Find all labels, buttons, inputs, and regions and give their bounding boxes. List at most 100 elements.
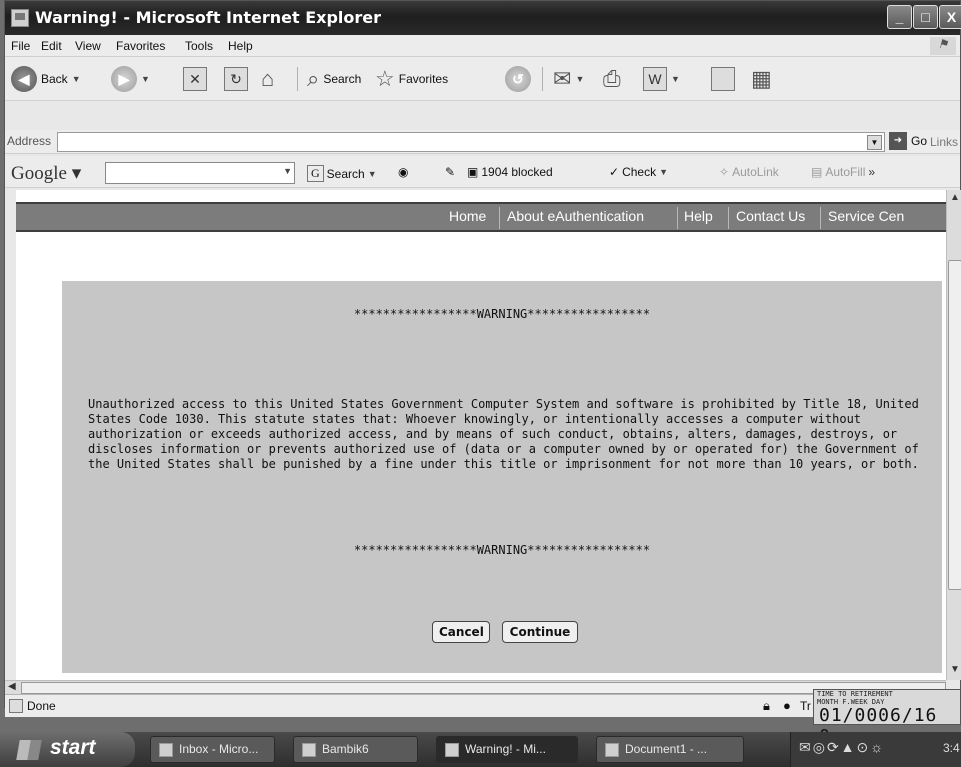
forward-button[interactable]: ▶ ▼	[111, 65, 150, 93]
start-label: start	[50, 736, 96, 759]
menu-favorites[interactable]: Favorites	[116, 39, 165, 53]
google-search-button[interactable]: G Search ▼	[307, 165, 377, 182]
research-button[interactable]: ▦	[751, 65, 772, 93]
chevron-down-icon[interactable]: ▼	[867, 135, 882, 150]
toolbar-separator	[297, 67, 298, 91]
discuss-icon	[711, 67, 735, 91]
scroll-left-icon[interactable]: ◀	[8, 681, 16, 692]
spellcheck-button[interactable]: ✓ Check ▼	[609, 165, 668, 179]
nav-about-link[interactable]: About eAuthentication	[507, 208, 644, 224]
favorites-button[interactable]: ☆ Favorites	[375, 65, 448, 93]
autofill-button[interactable]: ▤ AutoFill »	[811, 165, 875, 179]
window-title: Warning! - Microsoft Internet Explorer	[35, 8, 382, 27]
vertical-scrollbar[interactable]: ▲ ▼	[946, 190, 961, 680]
site-nav-bar: Home About eAuthentication Help Contact …	[16, 202, 946, 232]
links-button[interactable]: Links	[930, 135, 958, 149]
more-chevron-icon[interactable]: »	[868, 165, 875, 179]
tray-icons[interactable]: ✉◎⟳▲⊙☼	[799, 739, 885, 756]
stop-icon: ✕	[183, 67, 207, 91]
nav-contact-link[interactable]: Contact Us	[736, 208, 805, 224]
pagerank-icon: ✎	[445, 165, 456, 179]
news-icon: ◉	[398, 165, 409, 179]
search-label: Search	[323, 72, 362, 86]
scroll-up-icon[interactable]: ▲	[950, 192, 960, 203]
taskbar-item-label: Bambik6	[322, 742, 369, 756]
history-icon: ↺	[505, 66, 531, 92]
taskbar-item-label: Inbox - Micro...	[179, 742, 259, 756]
print-button[interactable]: ⎙	[603, 65, 621, 93]
google-g-icon: G	[307, 165, 324, 182]
pagerank-button[interactable]: ✎	[445, 165, 455, 179]
google-logo[interactable]: Google ▾	[11, 162, 81, 185]
maximize-button[interactable]: □	[913, 5, 938, 29]
refresh-button[interactable]: ↻	[224, 65, 248, 93]
ie-icon	[445, 743, 459, 757]
close-button[interactable]: X	[939, 5, 961, 29]
back-button[interactable]: ◀ Back ▼	[11, 65, 81, 93]
continue-button[interactable]: Continue	[502, 621, 578, 643]
autolink-button[interactable]: ✧ AutoLink	[719, 165, 779, 179]
google-search-input[interactable]: ▼	[105, 162, 295, 184]
horizontal-scroll-thumb[interactable]	[21, 682, 946, 694]
status-text: Done	[27, 699, 56, 713]
menu-help[interactable]: Help	[228, 39, 253, 53]
mail-button[interactable]: ✉ ▼	[553, 65, 584, 93]
address-input[interactable]: ▼	[57, 132, 885, 152]
warning-panel: *****************WARNING****************…	[62, 281, 942, 673]
history-button[interactable]: ↺	[505, 65, 531, 93]
start-button[interactable]: start	[0, 732, 135, 767]
go-button[interactable]: ➜ Go	[889, 132, 927, 150]
lock-icon: 🔒︎	[763, 698, 770, 713]
nav-help-link[interactable]: Help	[684, 208, 713, 224]
taskbar-item-inbox[interactable]: Inbox - Micro...	[150, 736, 275, 763]
vertical-scroll-thumb[interactable]	[948, 260, 961, 590]
cancel-button[interactable]: Cancel	[432, 621, 490, 643]
warning-body-text: Unauthorized access to this United State…	[88, 397, 919, 471]
taskbar-item-document1[interactable]: Document1 - ...	[596, 736, 744, 763]
home-button[interactable]: ⌂	[261, 65, 274, 93]
search-button[interactable]: ⌕ Search	[307, 65, 361, 93]
windows-flag-icon: ⚑	[930, 37, 956, 55]
stop-button[interactable]: ✕	[183, 65, 207, 93]
chevron-down-icon: ▼	[575, 74, 585, 84]
page-content: Home About eAuthentication Help Contact …	[16, 190, 946, 680]
news-button[interactable]: ◉	[398, 165, 408, 179]
home-icon: ⌂	[261, 66, 275, 91]
title-bar[interactable]: Warning! - Microsoft Internet Explorer _…	[5, 1, 961, 35]
taskbar: start Inbox - Micro... Bambik6 Warning! …	[0, 732, 961, 767]
menu-edit[interactable]: Edit	[41, 39, 62, 53]
check-label: Check	[622, 165, 657, 179]
menu-view[interactable]: View	[75, 39, 101, 53]
printer-icon: ⎙	[603, 66, 621, 91]
blocked-count-label: 1904 blocked	[481, 165, 553, 179]
nav-home-link[interactable]: Home	[449, 208, 486, 224]
nav-service-center-link[interactable]: Service Cen	[828, 208, 904, 224]
spellcheck-icon: ✓	[609, 165, 620, 179]
chevron-down-icon[interactable]: ▼	[283, 166, 292, 176]
toolbar-separator	[542, 67, 543, 91]
chevron-down-icon: ▼	[141, 74, 150, 84]
minimize-button[interactable]: _	[887, 5, 912, 29]
chevron-down-icon: ▼	[71, 74, 81, 84]
menu-tools[interactable]: Tools	[185, 39, 213, 53]
menu-file[interactable]: File	[11, 39, 30, 53]
horizontal-scrollbar[interactable]: ◀	[5, 680, 946, 694]
discuss-button[interactable]	[711, 65, 735, 93]
google-logo-text: Google	[11, 163, 67, 184]
edit-button[interactable]: W ▼	[643, 65, 680, 93]
clock: 3:4	[943, 741, 960, 755]
search-icon: ⌕	[307, 66, 320, 91]
standard-toolbar: ◀ Back ▼ ▶ ▼ ✕ ↻ ⌂ ⌕ Search ☆ Favorites …	[5, 57, 960, 101]
windows-flag-icon	[16, 740, 42, 760]
retirement-header: TIME TO RETIREMENT	[817, 690, 893, 698]
scroll-down-icon[interactable]: ▼	[950, 664, 960, 675]
nav-separator	[728, 207, 729, 229]
popup-blocker-button[interactable]: ▣ 1904 blocked	[467, 165, 553, 179]
taskbar-item-bambik6[interactable]: Bambik6	[293, 736, 418, 763]
taskbar-item-warning[interactable]: Warning! - Mi...	[436, 736, 578, 763]
word-icon	[605, 743, 619, 757]
autolink-label: AutoLink	[732, 165, 779, 179]
go-label: Go	[911, 134, 928, 148]
go-arrow-icon: ➜	[889, 132, 907, 150]
menu-bar: File Edit View Favorites Tools Help ⚑	[5, 35, 960, 57]
